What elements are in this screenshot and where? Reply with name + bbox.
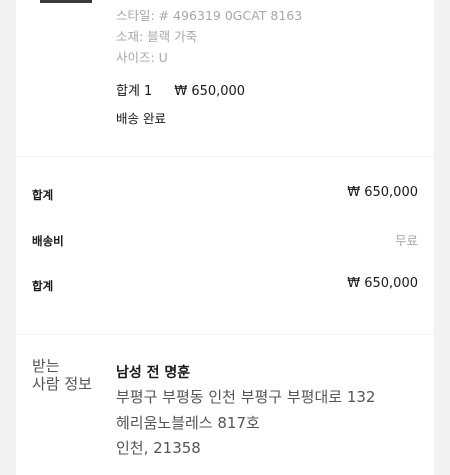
- recipient-address-line2: 헤리움노블레스 817호: [116, 414, 260, 432]
- recipient-info-card: 받는 사람 정보 남성 전 명훈 부평구 부평동 인천 부평구 부평대로 132…: [16, 335, 434, 475]
- shipping-label: 배송비: [32, 234, 64, 248]
- item-subtotal-price: ₩ 650,000: [174, 84, 246, 99]
- recipient-name: 남성 전 명훈: [116, 365, 191, 381]
- recipient-section-title: 받는 사람 정보: [32, 357, 102, 393]
- product-style: 스타일: # 496319 0GCAT 8163: [116, 8, 303, 23]
- recipient-title-line2: 사람 정보: [32, 375, 92, 393]
- order-item-card: 스타일: # 496319 0GCAT 8163 소재: 블랙 가죽 사이즈: …: [16, 0, 434, 156]
- item-subtotal: 합계 1 ₩ 650,000: [116, 80, 245, 99]
- recipient-title-line1: 받는: [32, 357, 60, 375]
- delivery-status: 배송 완료: [116, 111, 166, 126]
- recipient-address-line1: 부평구 부평동 인천 부평구 부평대로 132: [116, 388, 376, 406]
- total-value: ₩ 650,000: [347, 276, 418, 291]
- product-thumbnail[interactable]: [40, 0, 92, 3]
- item-subtotal-label: 합계 1: [116, 84, 153, 99]
- shipping-value: 무료: [394, 233, 418, 248]
- subtotal-value: ₩ 650,000: [347, 185, 418, 200]
- product-size: 사이즈: U: [116, 50, 168, 65]
- recipient-address-line3: 인천, 21358: [116, 439, 201, 457]
- order-totals-card: 합계 ₩ 650,000 배송비 무료 합계 ₩ 650,000: [16, 157, 434, 334]
- product-material: 소재: 블랙 가죽: [116, 29, 198, 44]
- subtotal-label: 합계: [32, 188, 54, 202]
- total-label: 합계: [32, 279, 54, 293]
